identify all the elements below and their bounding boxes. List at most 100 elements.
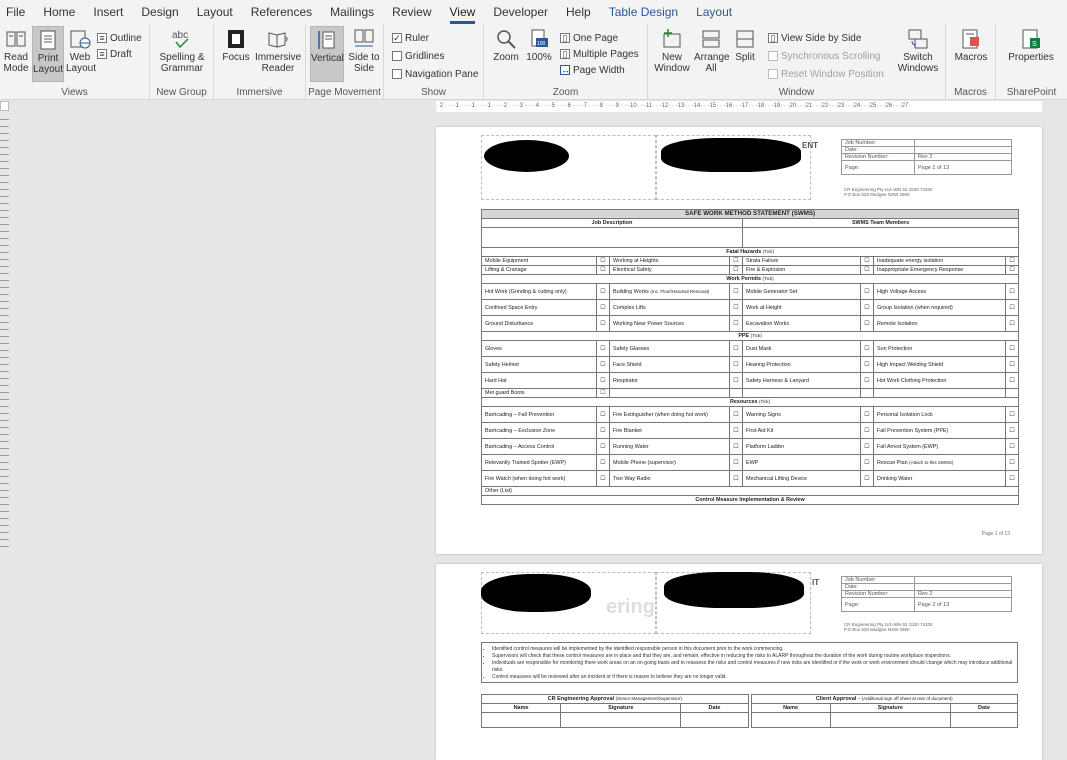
checkbox[interactable]: ☐ — [1004, 256, 1020, 266]
reset-window-position-button[interactable]: Reset Window Position — [768, 66, 884, 82]
checkbox[interactable]: ☐ — [860, 315, 874, 332]
checkbox[interactable]: ☐ — [729, 256, 743, 266]
document-page-1[interactable]: ENT Job Number: Date: Revision Number: Re… — [436, 127, 1042, 554]
checkbox[interactable]: ☐ — [1004, 299, 1020, 316]
checkbox[interactable]: ☐ — [596, 265, 610, 275]
checkbox[interactable]: ☐ — [596, 256, 610, 266]
side-to-side-button[interactable]: Side to Side — [346, 28, 382, 74]
checkbox[interactable]: ☐ — [1004, 356, 1020, 373]
new-window-button[interactable]: New Window — [652, 28, 692, 74]
tab-design[interactable]: Design — [132, 0, 187, 24]
checkbox[interactable]: ☐ — [596, 315, 610, 332]
job-description-cell[interactable] — [481, 227, 743, 248]
view-side-by-side-button[interactable]: ▯ View Side by Side — [768, 30, 861, 46]
checkbox[interactable]: ☐ — [1004, 470, 1020, 487]
checkbox[interactable]: ☐ — [1004, 438, 1020, 455]
checkbox[interactable]: ☐ — [860, 356, 874, 373]
checkbox[interactable]: ☐ — [729, 372, 743, 389]
other-list-cell[interactable]: Other (List) — [480, 486, 1020, 496]
checkbox[interactable]: ☐ — [596, 340, 610, 357]
tab-insert[interactable]: Insert — [84, 0, 132, 24]
checkbox[interactable]: ☐ — [596, 388, 610, 398]
one-page-button[interactable]: ▯ One Page — [560, 30, 618, 46]
checkbox[interactable]: ☐ — [729, 422, 743, 439]
checkbox[interactable]: ☐ — [729, 299, 743, 316]
tab-references[interactable]: References — [242, 0, 321, 24]
checkbox[interactable]: ☐ — [1004, 265, 1020, 275]
checkbox[interactable]: ☐ — [596, 356, 610, 373]
macros-button[interactable]: Macros — [950, 28, 992, 63]
vertical-ruler[interactable] — [0, 113, 9, 553]
horizontal-ruler[interactable]: · 2 · · · 1 · · · 1 · · · 1 · · · 2 · · … — [436, 101, 1042, 112]
checkbox[interactable]: ☐ — [596, 422, 610, 439]
checkbox[interactable]: ☐ — [860, 299, 874, 316]
tab-table-layout[interactable]: Layout — [687, 0, 741, 24]
checkbox[interactable]: ☐ — [729, 340, 743, 357]
split-button[interactable]: Split — [730, 28, 760, 63]
synchronous-scrolling-button[interactable]: Synchronous Scrolling — [768, 48, 881, 64]
checkbox[interactable]: ☐ — [1004, 315, 1020, 332]
document-page-2[interactable]: ering IT Job Number: Date: Revision Numb… — [436, 564, 1042, 760]
tab-help[interactable]: Help — [557, 0, 600, 24]
checkbox[interactable]: ☐ — [1004, 422, 1020, 439]
checkbox[interactable]: ☐ — [729, 315, 743, 332]
draft-button[interactable]: ≡ Draft — [97, 46, 132, 62]
checkbox[interactable]: ☐ — [729, 470, 743, 487]
checkbox[interactable]: ☐ — [1004, 406, 1020, 423]
ruler-checkbox[interactable]: ✓ Ruler — [392, 30, 429, 46]
ruler-corner[interactable] — [0, 101, 9, 111]
tab-home[interactable]: Home — [34, 0, 84, 24]
zoom-button[interactable]: Zoom — [490, 28, 522, 63]
checkbox[interactable]: ☐ — [729, 283, 743, 300]
checkbox[interactable]: ☐ — [860, 265, 874, 275]
navigation-pane-checkbox[interactable]: Navigation Pane — [392, 66, 478, 82]
tab-review[interactable]: Review — [383, 0, 440, 24]
switch-windows-button[interactable]: Switch Windows — [894, 28, 942, 74]
checkbox[interactable]: ☐ — [860, 422, 874, 439]
spelling-grammar-button[interactable]: abc Spelling & Grammar — [156, 28, 208, 74]
team-members-cell[interactable] — [741, 227, 1020, 248]
checkbox[interactable]: ☐ — [860, 438, 874, 455]
checkbox[interactable]: ☐ — [860, 454, 874, 471]
web-layout-button[interactable]: Web Layout — [66, 28, 96, 74]
tab-developer[interactable]: Developer — [484, 0, 557, 24]
checkbox[interactable]: ☐ — [729, 406, 743, 423]
focus-button[interactable]: Focus — [220, 28, 252, 63]
gridlines-checkbox[interactable]: Gridlines — [392, 48, 444, 64]
checkbox[interactable]: ☐ — [860, 340, 874, 357]
checkbox[interactable]: ☐ — [860, 470, 874, 487]
checkbox[interactable]: ☐ — [1004, 372, 1020, 389]
checkbox[interactable]: ☐ — [1004, 340, 1020, 357]
checkbox[interactable]: ☐ — [596, 372, 610, 389]
checkbox[interactable]: ☐ — [596, 454, 610, 471]
checkbox[interactable]: ☐ — [729, 438, 743, 455]
print-layout-button[interactable]: Print Layout — [32, 26, 64, 82]
checkbox[interactable]: ☐ — [729, 265, 743, 275]
zoom-100-button[interactable]: 100 100% — [524, 28, 554, 63]
page-width-button[interactable]: ↔ Page Width — [560, 62, 625, 78]
outline-button[interactable]: ≡ Outline — [97, 30, 142, 46]
checkbox[interactable]: ☐ — [596, 283, 610, 300]
immersive-reader-button[interactable]: Immersive Reader — [254, 28, 302, 74]
checkbox[interactable]: ☐ — [596, 438, 610, 455]
vertical-button[interactable]: Vertical — [310, 26, 344, 82]
multiple-pages-button[interactable]: ▯ Multiple Pages — [560, 46, 639, 62]
tab-mailings[interactable]: Mailings — [321, 0, 383, 24]
checkbox[interactable]: ☐ — [1004, 454, 1020, 471]
tab-view[interactable]: View — [441, 0, 485, 24]
properties-button[interactable]: S Properties — [1002, 28, 1060, 63]
arrange-all-button[interactable]: Arrange All — [694, 28, 730, 74]
checkbox[interactable]: ☐ — [860, 406, 874, 423]
checkbox[interactable]: ☐ — [729, 454, 743, 471]
checkbox[interactable]: ☐ — [596, 299, 610, 316]
tab-layout[interactable]: Layout — [188, 0, 242, 24]
checkbox[interactable]: ☐ — [596, 406, 610, 423]
checkbox[interactable]: ☐ — [860, 372, 874, 389]
tab-file[interactable]: File — [0, 0, 34, 24]
checkbox[interactable]: ☐ — [1004, 283, 1020, 300]
checkbox[interactable]: ☐ — [860, 256, 874, 266]
checkbox[interactable]: ☐ — [729, 356, 743, 373]
read-mode-button[interactable]: Read Mode — [2, 28, 30, 74]
checkbox[interactable]: ☐ — [596, 470, 610, 487]
checkbox[interactable]: ☐ — [860, 283, 874, 300]
